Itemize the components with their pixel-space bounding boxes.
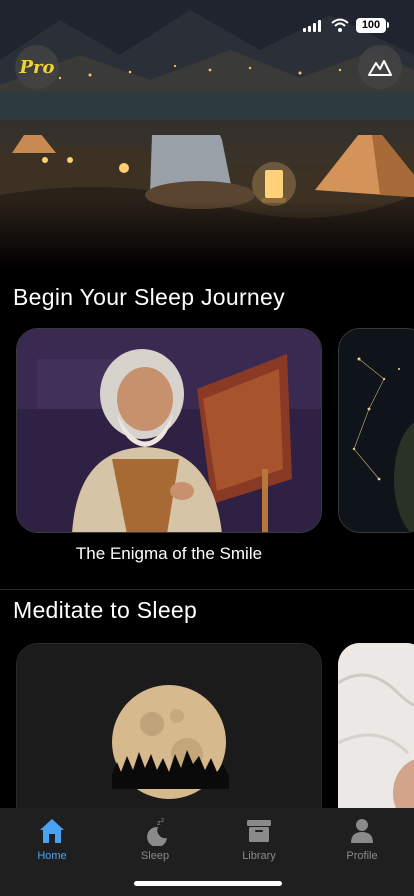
tab-library-label: Library (242, 850, 276, 862)
full-moon-image (17, 644, 321, 832)
scene-button[interactable] (358, 45, 402, 89)
status-bar: 100 (0, 0, 414, 44)
white-fabric-image (338, 643, 414, 833)
moon-zzz-icon: z z (147, 817, 167, 846)
pro-label: Pro (19, 56, 55, 78)
wifi-icon (331, 18, 349, 32)
tab-home-label: Home (37, 850, 67, 862)
section-title-sleep-journey: Begin Your Sleep Journey (13, 284, 285, 310)
old-painter-image (17, 329, 321, 532)
svg-text:z: z (161, 817, 164, 824)
person-icon (351, 819, 373, 843)
tab-profile[interactable]: Profile (322, 816, 402, 868)
cellular-signal-icon (303, 20, 323, 32)
meditation-card-moon[interactable] (16, 643, 322, 833)
tab-sleep-label: Sleep (140, 850, 170, 862)
home-indicator[interactable] (134, 881, 282, 886)
section-divider (0, 589, 414, 590)
constellation-image (339, 329, 414, 532)
archive-box-icon (247, 820, 271, 842)
tab-library[interactable]: Library (219, 816, 299, 868)
home-icon (40, 819, 64, 843)
story-card-constellation[interactable] (338, 328, 414, 533)
story-card-caption: The Enigma of the Smile (75, 544, 263, 563)
story-card-enigma[interactable] (16, 328, 322, 533)
tab-profile-label: Profile (346, 850, 378, 862)
tab-home[interactable]: Home (12, 816, 92, 868)
mountain-icon (368, 60, 392, 76)
pro-button[interactable]: Pro (15, 45, 59, 89)
tab-sleep[interactable]: z z Sleep (115, 816, 195, 868)
meditation-card-fabric[interactable] (338, 643, 414, 833)
battery-icon: 100 (356, 18, 386, 33)
section-title-meditate: Meditate to Sleep (13, 597, 198, 623)
